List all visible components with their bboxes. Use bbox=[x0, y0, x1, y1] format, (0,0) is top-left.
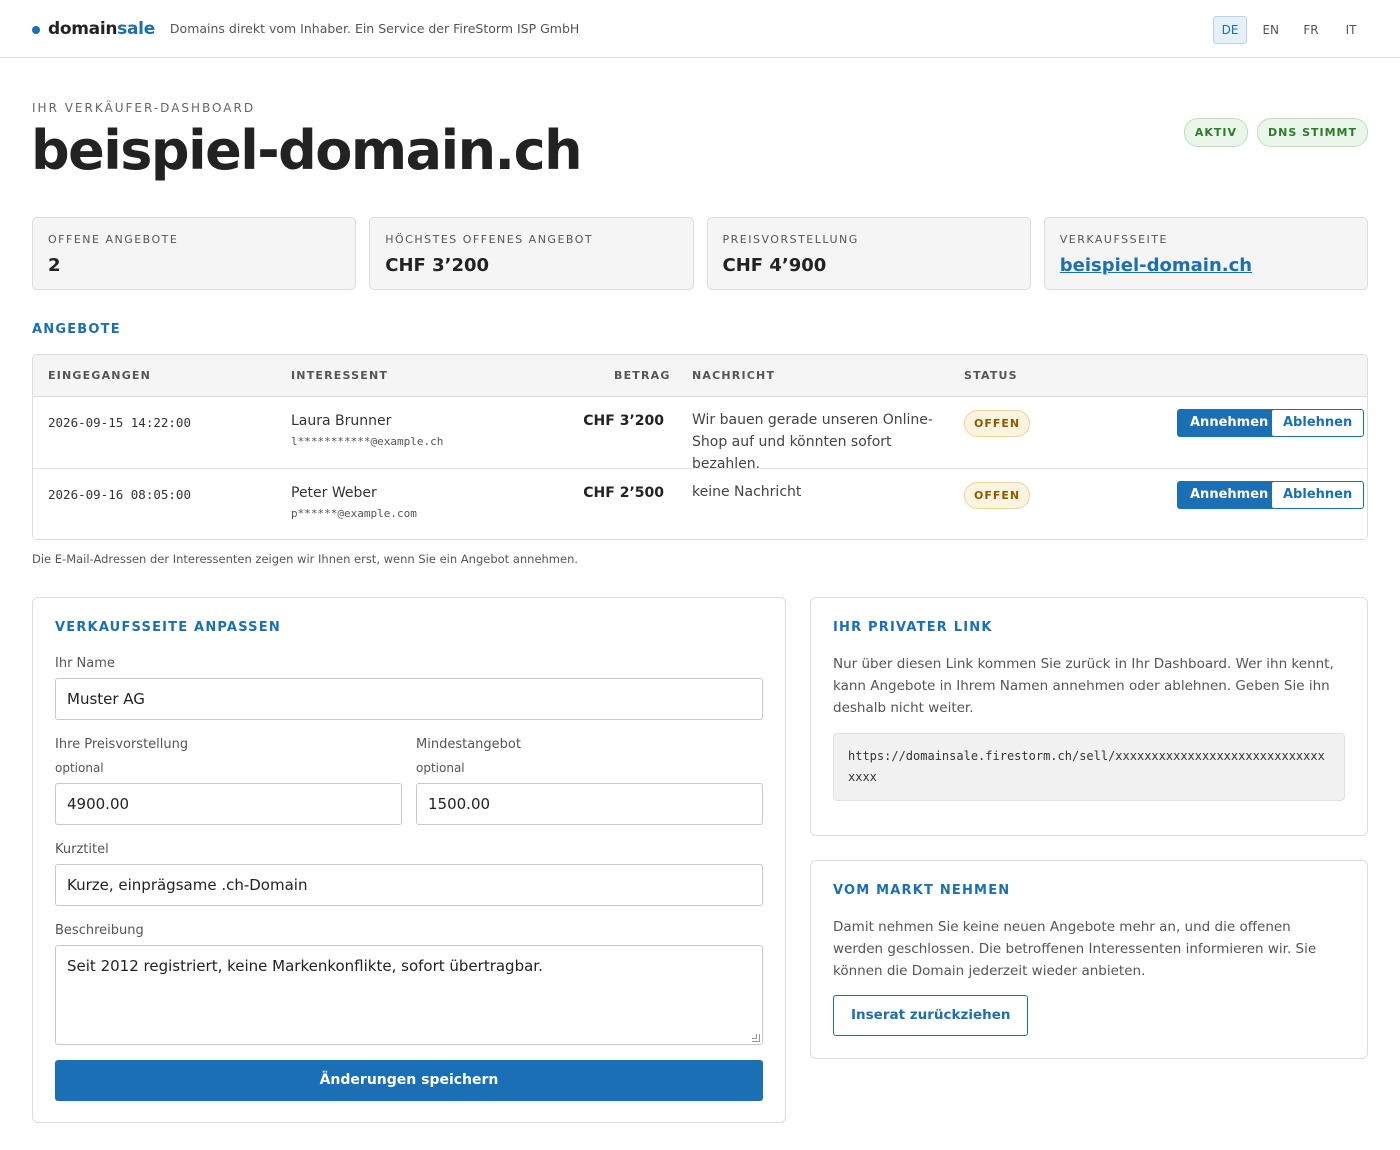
min-offer-input[interactable]: 1500.00 bbox=[416, 783, 763, 825]
stats-row: OFFENE ANGEBOTE 2 HÖCHSTES OFFENES ANGEB… bbox=[32, 217, 1368, 290]
lang-en[interactable]: EN bbox=[1253, 16, 1288, 44]
private-link-card: IHR PRIVATER LINK Nur über diesen Link k… bbox=[810, 597, 1368, 836]
stat-label: VERKAUFSSEITE bbox=[1059, 233, 1168, 246]
offers-note: Die E-Mail-Adressen der Interessenten ze… bbox=[32, 552, 579, 566]
tagline: Domains direkt vom Inhaber. Ein Service … bbox=[169, 21, 580, 36]
reject-button[interactable]: Ablehnen bbox=[1271, 409, 1365, 437]
stat-asking-price: PREISVORSTELLUNG CHF 4’900 bbox=[706, 217, 1031, 290]
price-label: Ihre Preisvorstellung bbox=[55, 737, 189, 752]
offer-buyer: Laura Brunner l***********@example.ch bbox=[291, 413, 443, 448]
price-field-group: Ihre Preisvorstellung optional 4900.00 bbox=[55, 737, 402, 825]
min-offer-field-group: Mindestangebot optional 1500.00 bbox=[416, 737, 763, 825]
brand-main: domain bbox=[48, 18, 118, 39]
offer-amount: CHF 3’200 bbox=[583, 413, 664, 429]
title-input[interactable]: Kurze, einprägsame .ch-Domain bbox=[55, 864, 763, 906]
withdraw-listing-button[interactable]: Inserat zurückziehen bbox=[833, 995, 1029, 1036]
price-optional: optional bbox=[55, 761, 104, 775]
table-row: 2026-09-16 08:05:00 Peter Weber p******@… bbox=[33, 469, 1367, 539]
stat-label: OFFENE ANGEBOTE bbox=[48, 233, 179, 246]
accept-button[interactable]: Annehmen bbox=[1177, 409, 1282, 437]
private-link-heading: IHR PRIVATER LINK bbox=[833, 620, 993, 635]
col-amount: BETRAG bbox=[614, 369, 671, 382]
status-badges: AKTIV DNS STIMMT bbox=[1183, 118, 1368, 147]
buyer-email: l***********@example.ch bbox=[291, 435, 444, 448]
accept-button[interactable]: Annehmen bbox=[1177, 481, 1282, 509]
brand-accent: sale bbox=[117, 18, 155, 39]
offer-amount: CHF 2’500 bbox=[583, 485, 664, 501]
edit-sales-page-card: VERKAUFSSEITE ANPASSEN Ihr Name Muster A… bbox=[32, 597, 786, 1123]
offer-message: keine Nachricht bbox=[692, 484, 802, 500]
table-row: 2026-09-15 14:22:00 Laura Brunner l*****… bbox=[33, 397, 1367, 472]
description-text: Seit 2012 registriert, keine Markenkonfl… bbox=[67, 957, 543, 975]
save-button[interactable]: Änderungen speichern bbox=[55, 1060, 763, 1101]
title-label: Kurztitel bbox=[55, 842, 109, 857]
stat-label: PREISVORSTELLUNG bbox=[722, 233, 859, 246]
language-switcher: DE EN FR IT bbox=[1212, 16, 1368, 44]
private-link-text: Nur über diesen Link kommen Sie zurück i… bbox=[833, 656, 1334, 716]
col-buyer: INTERESSENT bbox=[291, 369, 389, 382]
status-badge-active: AKTIV bbox=[1183, 118, 1248, 147]
lang-de[interactable]: DE bbox=[1212, 16, 1248, 44]
page-kicker: IHR VERKÄUFER-DASHBOARD bbox=[32, 101, 256, 115]
price-fields: Ihre Preisvorstellung optional 4900.00 M… bbox=[55, 737, 763, 825]
offer-status-badge: OFFEN bbox=[964, 482, 1031, 509]
offer-received: 2026-09-15 14:22:00 bbox=[48, 415, 191, 430]
brand-dot-icon bbox=[32, 25, 40, 34]
remove-text: Damit nehmen Sie keine neuen Angebote me… bbox=[833, 919, 1317, 979]
remove-listing-card: VOM MARKT NEHMEN Damit nehmen Sie keine … bbox=[810, 860, 1368, 1059]
offer-status-badge: OFFEN bbox=[964, 410, 1031, 437]
offers-heading: ANGEBOTE bbox=[32, 322, 121, 337]
stat-highest-offer: HÖCHSTES OFFENES ANGEBOT CHF 3’200 bbox=[369, 217, 694, 290]
top-bar: domainsale Domains direkt vom Inhaber. E… bbox=[0, 0, 1400, 58]
min-offer-label: Mindestangebot bbox=[416, 737, 521, 752]
edit-heading: VERKAUFSSEITE ANPASSEN bbox=[55, 620, 281, 635]
reject-button[interactable]: Ablehnen bbox=[1271, 481, 1365, 509]
stat-sales-page: VERKAUFSSEITE beispiel-domain.ch bbox=[1043, 217, 1368, 290]
sales-page-link[interactable]: beispiel-domain.ch bbox=[1060, 255, 1352, 276]
buyer-name: Peter Weber bbox=[291, 485, 377, 501]
min-offer-optional: optional bbox=[416, 761, 465, 775]
private-link-url[interactable]: https://domainsale.firestorm.ch/sell/xxx… bbox=[833, 733, 1345, 801]
stat-value: CHF 3’200 bbox=[385, 255, 490, 276]
col-status: STATUS bbox=[964, 369, 1018, 382]
buyer-name: Laura Brunner bbox=[291, 413, 392, 429]
offer-message: Wir bauen gerade unseren Online-Shop auf… bbox=[692, 412, 933, 472]
lang-it[interactable]: IT bbox=[1334, 16, 1368, 44]
description-label: Beschreibung bbox=[55, 923, 144, 938]
col-received: EINGEGANGEN bbox=[48, 369, 152, 382]
description-textarea[interactable]: Seit 2012 registriert, keine Markenkonfl… bbox=[55, 945, 763, 1045]
status-badge-dns: DNS STIMMT bbox=[1256, 118, 1368, 147]
name-input[interactable]: Muster AG bbox=[55, 678, 763, 720]
stat-value: CHF 4’900 bbox=[722, 255, 827, 276]
offer-buyer: Peter Weber p******@example.com bbox=[291, 485, 417, 520]
remove-heading: VOM MARKT NEHMEN bbox=[833, 883, 1011, 898]
stat-label: HÖCHSTES OFFENES ANGEBOT bbox=[385, 233, 594, 246]
page-title: beispiel-domain.ch bbox=[31, 119, 583, 182]
stat-open-offers: OFFENE ANGEBOTE 2 bbox=[32, 217, 357, 290]
lang-fr[interactable]: FR bbox=[1294, 16, 1328, 44]
offers-table: EINGEGANGEN INTERESSENT BETRAG NACHRICHT… bbox=[32, 354, 1368, 540]
resize-grip-icon[interactable] bbox=[752, 1034, 760, 1042]
col-message: NACHRICHT bbox=[692, 369, 776, 382]
price-input[interactable]: 4900.00 bbox=[55, 783, 402, 825]
brand-logo[interactable]: domainsale bbox=[48, 19, 155, 39]
name-label: Ihr Name bbox=[55, 656, 115, 671]
offer-received: 2026-09-16 08:05:00 bbox=[48, 487, 191, 502]
offers-table-header: EINGEGANGEN INTERESSENT BETRAG NACHRICHT… bbox=[33, 355, 1367, 397]
buyer-email: p******@example.com bbox=[291, 507, 417, 520]
stat-value: 2 bbox=[48, 255, 61, 276]
